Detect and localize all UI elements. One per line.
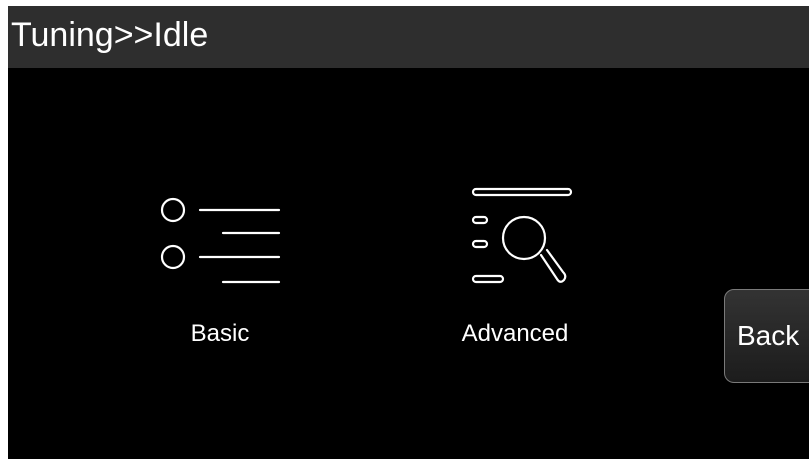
advanced-menu-item[interactable]: Advanced (438, 181, 592, 351)
back-button[interactable]: Back (724, 289, 809, 383)
list-radio-icon (160, 197, 281, 284)
basic-menu-item[interactable]: Basic (148, 181, 292, 351)
back-label: Back (737, 320, 800, 351)
screen: Tuning>>Idle Basic Advanced Back (8, 6, 809, 459)
basic-label: Basic (190, 320, 250, 347)
advanced-label: Advanced (461, 320, 569, 347)
title-bar: Tuning>>Idle (8, 6, 809, 68)
search-list-icon (471, 187, 573, 284)
page-title: Tuning>>Idle (11, 16, 209, 54)
